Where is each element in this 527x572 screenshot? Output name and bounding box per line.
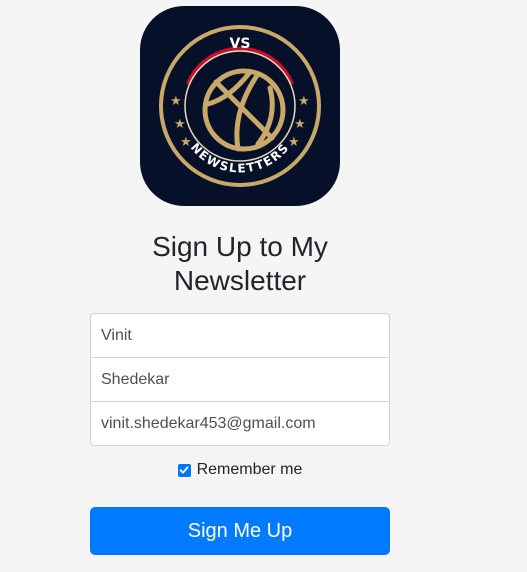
vs-newsletters-logo: ★ ★ ★ ★ ★ ★ VS NEWSLETTERS [140,6,340,206]
svg-text:★: ★ [294,117,306,132]
remember-me-label: Remember me [196,461,303,478]
sign-me-up-button[interactable]: Sign Me Up [90,507,390,555]
svg-text:★: ★ [174,117,186,132]
last-name-input[interactable] [90,357,390,402]
svg-text:★: ★ [170,94,182,109]
page-title: Sign Up to My Newsletter [152,231,328,296]
signup-form [90,313,390,446]
email-input[interactable] [90,401,390,446]
first-name-input[interactable] [90,313,390,358]
svg-text:★: ★ [298,94,310,109]
basketball-icon [202,68,286,152]
logo-top-text: VS [230,36,251,52]
remember-me-row[interactable]: Remember me [90,461,390,479]
checkbox-checked-icon[interactable] [177,463,191,477]
